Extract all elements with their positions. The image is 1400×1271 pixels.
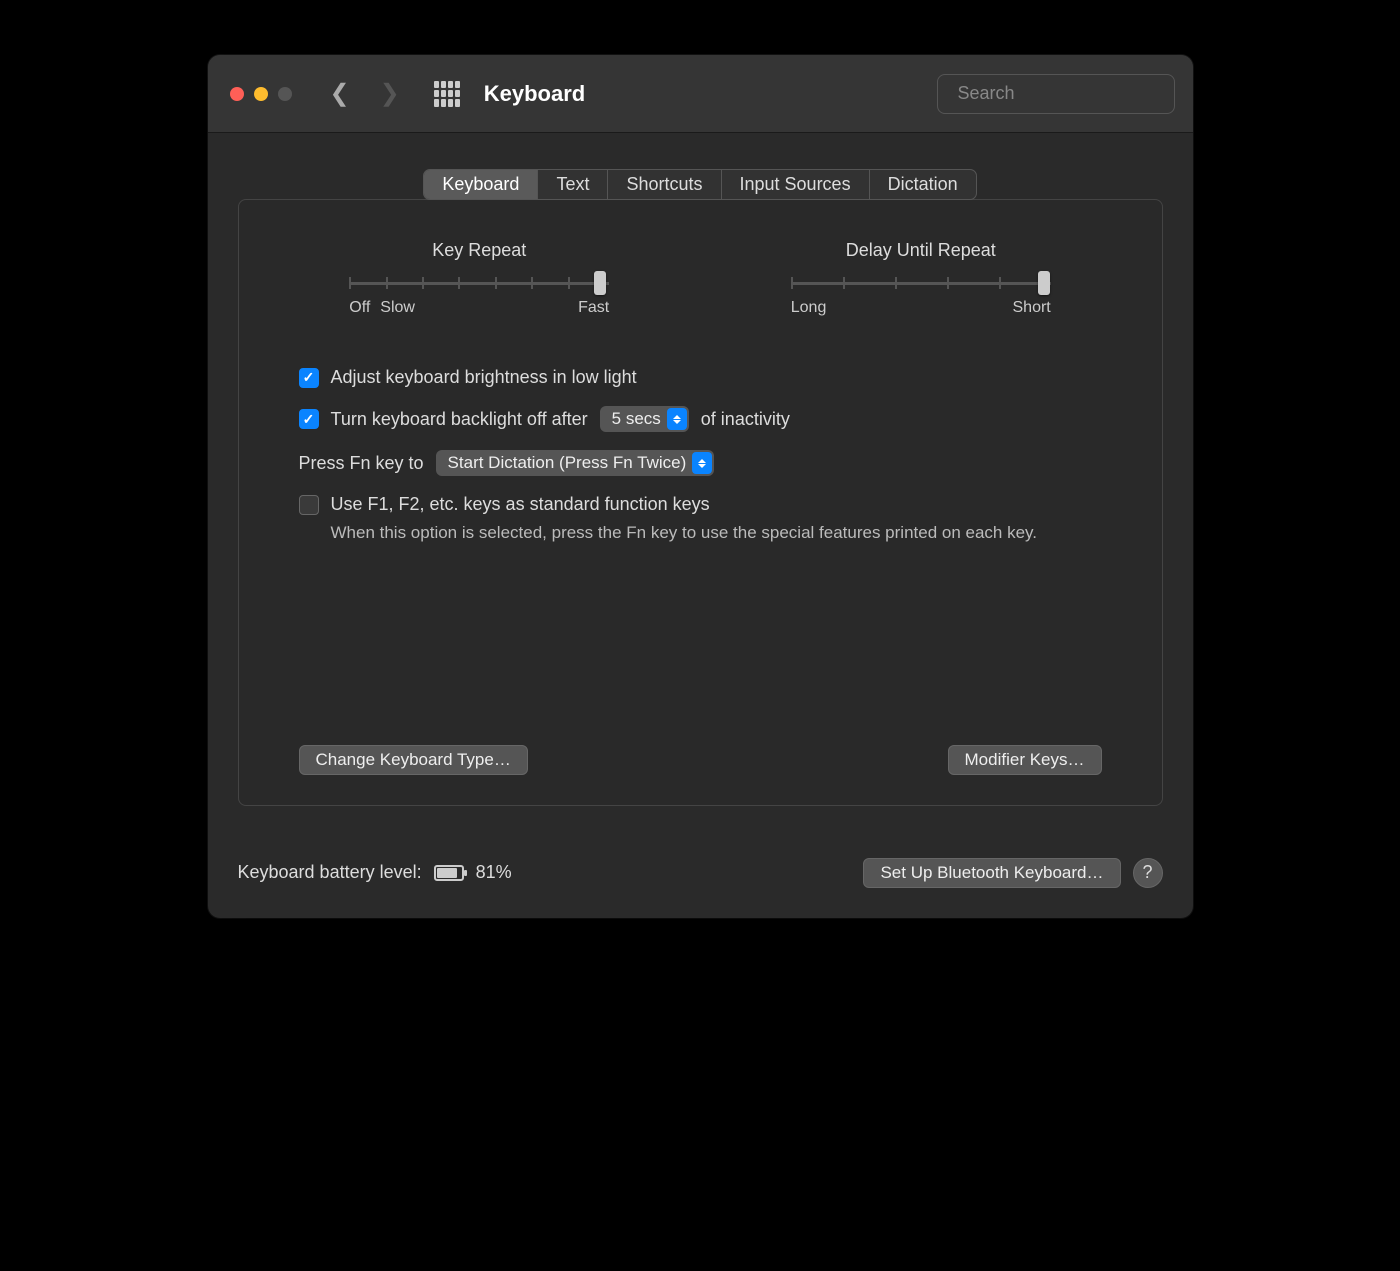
helper-standard-fn: When this option is selected, press the … bbox=[331, 521, 1091, 545]
titlebar: ❮ ❯ Keyboard bbox=[208, 55, 1193, 133]
label-long: Long bbox=[791, 299, 827, 317]
body: Keyboard Text Shortcuts Input Sources Di… bbox=[208, 133, 1193, 836]
row-standard-fn: Use F1, F2, etc. keys as standard functi… bbox=[299, 494, 1102, 515]
delay-label: Delay Until Repeat bbox=[791, 240, 1051, 261]
keyboard-panel: Key Repeat bbox=[238, 199, 1163, 806]
select-fn-value: Start Dictation (Press Fn Twice) bbox=[448, 453, 687, 473]
search-input[interactable] bbox=[958, 83, 1190, 104]
modifier-keys-button[interactable]: Modifier Keys… bbox=[948, 745, 1102, 775]
label-standard-fn: Use F1, F2, etc. keys as standard functi… bbox=[331, 494, 710, 515]
panel-footer: Change Keyboard Type… Modifier Keys… bbox=[299, 745, 1102, 775]
close-icon[interactable] bbox=[230, 87, 244, 101]
sliders-row: Key Repeat bbox=[299, 240, 1102, 317]
label-short: Short bbox=[1013, 299, 1051, 317]
select-caret-icon bbox=[667, 408, 687, 430]
window-controls bbox=[230, 87, 292, 101]
search-field[interactable] bbox=[937, 74, 1175, 114]
tab-text[interactable]: Text bbox=[538, 170, 608, 199]
back-button[interactable]: ❮ bbox=[330, 79, 350, 108]
forward-button: ❯ bbox=[380, 79, 400, 108]
window-title: Keyboard bbox=[484, 81, 585, 107]
checkbox-backlight-off[interactable] bbox=[299, 409, 319, 429]
tab-dictation[interactable]: Dictation bbox=[870, 170, 976, 199]
select-backlight-value: 5 secs bbox=[612, 409, 661, 429]
tab-input-sources[interactable]: Input Sources bbox=[722, 170, 870, 199]
label-adjust-brightness: Adjust keyboard brightness in low light bbox=[331, 367, 637, 388]
select-fn-action[interactable]: Start Dictation (Press Fn Twice) bbox=[436, 450, 715, 476]
nav-arrows: ❮ ❯ bbox=[330, 79, 400, 108]
checkbox-standard-fn[interactable] bbox=[299, 495, 319, 515]
tabs: Keyboard Text Shortcuts Input Sources Di… bbox=[238, 169, 1163, 200]
minimize-icon[interactable] bbox=[254, 87, 268, 101]
key-repeat-label: Key Repeat bbox=[349, 240, 609, 261]
tab-shortcuts[interactable]: Shortcuts bbox=[608, 170, 721, 199]
bottom-bar: Keyboard battery level: 81% Set Up Bluet… bbox=[208, 836, 1193, 918]
label-backlight-prefix: Turn keyboard backlight off after bbox=[331, 409, 588, 430]
help-button[interactable]: ? bbox=[1133, 858, 1163, 888]
battery-label: Keyboard battery level: bbox=[238, 862, 422, 883]
label-fn-prefix: Press Fn key to bbox=[299, 453, 424, 474]
setup-bluetooth-button[interactable]: Set Up Bluetooth Keyboard… bbox=[863, 858, 1120, 888]
label-fast: Fast bbox=[578, 299, 609, 317]
delay-group: Delay Until Repeat Long Short bbox=[791, 240, 1051, 317]
tabbar: Keyboard Text Shortcuts Input Sources Di… bbox=[423, 169, 976, 200]
preferences-window: ❮ ❯ Keyboard Keyboard Text Shortcuts Inp… bbox=[208, 55, 1193, 918]
key-repeat-group: Key Repeat bbox=[349, 240, 609, 317]
battery-percent: 81% bbox=[476, 862, 512, 883]
key-repeat-slider[interactable] bbox=[349, 275, 609, 291]
zoom-icon bbox=[278, 87, 292, 101]
row-fn-key: Press Fn key to Start Dictation (Press F… bbox=[299, 450, 1102, 476]
select-caret-icon bbox=[692, 452, 712, 474]
label-slow: Slow bbox=[380, 299, 415, 317]
select-backlight-timeout[interactable]: 5 secs bbox=[600, 406, 689, 432]
show-all-icon[interactable] bbox=[434, 81, 460, 107]
checkbox-adjust-brightness[interactable] bbox=[299, 368, 319, 388]
label-off: Off bbox=[349, 299, 370, 317]
key-repeat-labels: Off Slow Fast bbox=[349, 299, 609, 317]
battery-icon bbox=[434, 865, 464, 881]
label-backlight-suffix: of inactivity bbox=[701, 409, 790, 430]
row-backlight-off: Turn keyboard backlight off after 5 secs… bbox=[299, 406, 1102, 432]
delay-slider[interactable] bbox=[791, 275, 1051, 291]
tab-keyboard[interactable]: Keyboard bbox=[424, 170, 538, 199]
row-adjust-brightness: Adjust keyboard brightness in low light bbox=[299, 367, 1102, 388]
change-keyboard-type-button[interactable]: Change Keyboard Type… bbox=[299, 745, 528, 775]
delay-labels: Long Short bbox=[791, 299, 1051, 317]
